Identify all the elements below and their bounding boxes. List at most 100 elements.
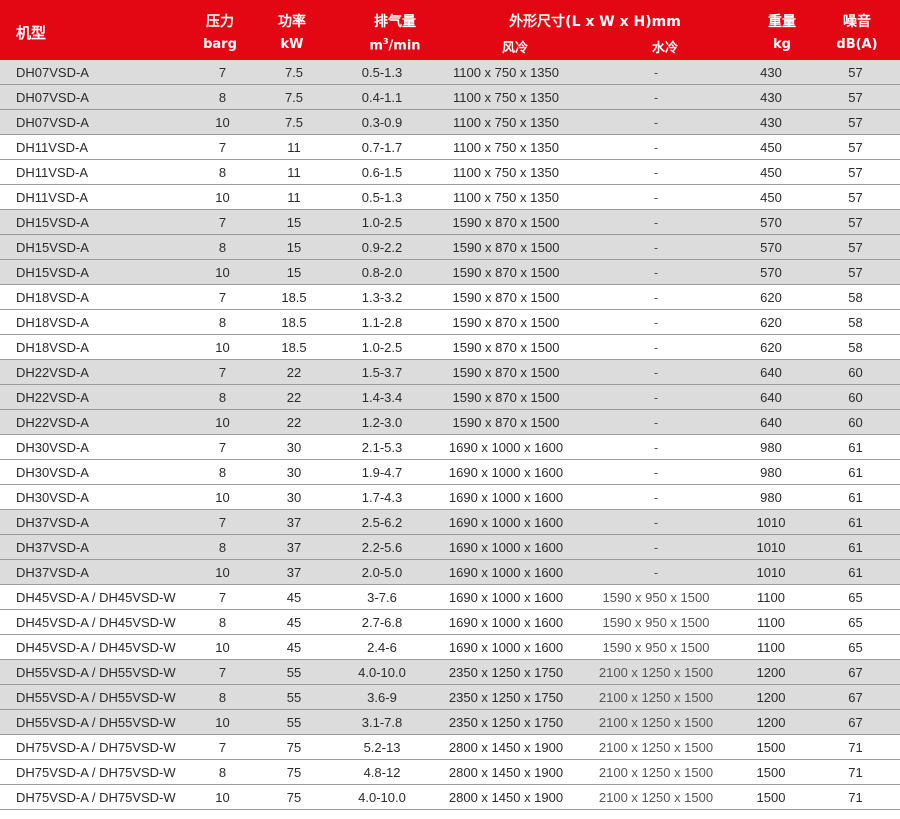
table-row: DH37VSD-A 7 37 2.5-6.2 1690 x 1000 x 1600-10…: [0, 509, 900, 535]
cell-water-cooled: -: [581, 259, 731, 285]
cell-noise: 58: [811, 284, 900, 310]
cell-noise: 58: [811, 334, 900, 360]
cell-pressure: 10: [190, 259, 255, 285]
cell-power: 22: [255, 409, 333, 435]
cell-model: DH07VSD-A: [0, 60, 190, 85]
cell-power: 45: [255, 584, 333, 610]
table-row: DH15VSD-A 7 15 1.0-2.5 1590 x 870 x 1500-570…: [0, 209, 900, 235]
cell-pressure: 10: [190, 709, 255, 735]
cell-air-cooled: 1690 x 1000 x 1600: [431, 484, 581, 510]
cell-water-cooled: -: [581, 334, 731, 360]
cell-air-cooled: 1590 x 870 x 1500: [431, 209, 581, 235]
cell-air-cooled: 1590 x 870 x 1500: [431, 384, 581, 410]
cell-weight: 430: [731, 84, 811, 110]
cell-model: DH22VSD-A: [0, 359, 190, 385]
cell-weight: 1500: [731, 759, 811, 785]
cell-air-cooled: 2800 x 1450 x 1900: [431, 734, 581, 760]
cell-pressure: 8: [190, 609, 255, 635]
table-row: DH55VSD-A / DH55VSD-W 10 55 3.1-7.8 2350 x 1…: [0, 709, 900, 735]
cell-power: 22: [255, 384, 333, 410]
header-noise: 噪音: [843, 14, 871, 30]
cell-weight: 430: [731, 109, 811, 135]
cell-fad: 4.0-10.0: [333, 659, 431, 685]
cell-power: 18.5: [255, 309, 333, 335]
cell-pressure: 7: [190, 209, 255, 235]
table-row: DH45VSD-A / DH45VSD-W 7 45 3-7.6 1690 x 1000…: [0, 584, 900, 610]
cell-model: DH75VSD-A / DH75VSD-W: [0, 734, 190, 760]
cell-fad: 0.3-0.9: [333, 109, 431, 135]
cell-pressure: 10: [190, 784, 255, 810]
cell-power: 7.5: [255, 84, 333, 110]
cell-model: DH30VSD-A: [0, 459, 190, 485]
cell-pressure: 7: [190, 584, 255, 610]
cell-model: DH22VSD-A: [0, 409, 190, 435]
table-row: DH37VSD-A 8 37 2.2-5.6 1690 x 1000 x 1600-10…: [0, 534, 900, 560]
cell-power: 75: [255, 759, 333, 785]
cell-air-cooled: 1590 x 870 x 1500: [431, 259, 581, 285]
cell-fad: 5.2-13: [333, 734, 431, 760]
header-fad: 排气量: [374, 14, 416, 30]
cell-pressure: 8: [190, 759, 255, 785]
cell-fad: 0.7-1.7: [333, 134, 431, 160]
cell-water-cooled: -: [581, 509, 731, 535]
cell-model: DH18VSD-A: [0, 309, 190, 335]
cell-water-cooled: 2100 x 1250 x 1500: [581, 709, 731, 735]
cell-noise: 57: [811, 209, 900, 235]
cell-weight: 1100: [731, 609, 811, 635]
cell-water-cooled: -: [581, 484, 731, 510]
table-row: DH22VSD-A 7 22 1.5-3.7 1590 x 870 x 1500-640…: [0, 359, 900, 385]
table-row: DH18VSD-A 8 18.5 1.1-2.8 1590 x 870 x 1500-6…: [0, 309, 900, 335]
cell-noise: 71: [811, 759, 900, 785]
cell-water-cooled: 1590 x 950 x 1500: [581, 634, 731, 660]
table-row: DH55VSD-A / DH55VSD-W 8 55 3.6-9 2350 x 1250…: [0, 684, 900, 710]
cell-power: 15: [255, 209, 333, 235]
cell-weight: 1500: [731, 784, 811, 810]
cell-pressure: 10: [190, 634, 255, 660]
table-row: DH45VSD-A / DH45VSD-W 10 45 2.4-6 1690 x 100…: [0, 634, 900, 660]
cell-power: 37: [255, 509, 333, 535]
cell-water-cooled: -: [581, 184, 731, 210]
cell-noise: 61: [811, 559, 900, 585]
table-row: DH55VSD-A / DH55VSD-W 7 55 4.0-10.0 2350 x 1…: [0, 659, 900, 685]
cell-fad: 3-7.6: [333, 584, 431, 610]
cell-air-cooled: 1690 x 1000 x 1600: [431, 584, 581, 610]
cell-weight: 430: [731, 60, 811, 85]
table-row: DH37VSD-A 10 37 2.0-5.0 1690 x 1000 x 1600-1…: [0, 559, 900, 585]
cell-power: 11: [255, 134, 333, 160]
table-row: DH75VSD-A / DH75VSD-W 10 75 4.0-10.0 2800 x …: [0, 784, 900, 810]
cell-power: 55: [255, 709, 333, 735]
cell-air-cooled: 1690 x 1000 x 1600: [431, 634, 581, 660]
cell-pressure: 10: [190, 484, 255, 510]
table-row: DH11VSD-A 10 11 0.5-1.3 1100 x 750 x 1350-45…: [0, 184, 900, 210]
cell-noise: 61: [811, 509, 900, 535]
cell-weight: 450: [731, 159, 811, 185]
cell-fad: 2.1-5.3: [333, 434, 431, 460]
cell-pressure: 10: [190, 559, 255, 585]
cell-power: 55: [255, 659, 333, 685]
cell-fad: 1.7-4.3: [333, 484, 431, 510]
cell-noise: 57: [811, 60, 900, 85]
table-row: DH07VSD-A 7 7.5 0.5-1.3 1100 x 750 x 1350-43…: [0, 60, 900, 85]
cell-water-cooled: 2100 x 1250 x 1500: [581, 684, 731, 710]
cell-weight: 980: [731, 484, 811, 510]
cell-model: DH15VSD-A: [0, 234, 190, 260]
cell-pressure: 8: [190, 459, 255, 485]
cell-air-cooled: 1690 x 1000 x 1600: [431, 609, 581, 635]
cell-fad: 0.5-1.3: [333, 60, 431, 85]
cell-weight: 620: [731, 309, 811, 335]
cell-noise: 57: [811, 184, 900, 210]
cell-model: DH18VSD-A: [0, 334, 190, 360]
cell-fad: 4.8-12: [333, 759, 431, 785]
cell-pressure: 8: [190, 84, 255, 110]
table-row: DH07VSD-A 10 7.5 0.3-0.9 1100 x 750 x 1350-4…: [0, 109, 900, 135]
cell-pressure: 10: [190, 109, 255, 135]
cell-pressure: 8: [190, 384, 255, 410]
cell-power: 45: [255, 609, 333, 635]
cell-water-cooled: 1590 x 950 x 1500: [581, 584, 731, 610]
cell-model: DH11VSD-A: [0, 184, 190, 210]
table-row: DH18VSD-A 10 18.5 1.0-2.5 1590 x 870 x 1500-…: [0, 334, 900, 360]
cell-air-cooled: 1590 x 870 x 1500: [431, 359, 581, 385]
cell-fad: 2.4-6: [333, 634, 431, 660]
cell-noise: 65: [811, 634, 900, 660]
cell-pressure: 7: [190, 734, 255, 760]
